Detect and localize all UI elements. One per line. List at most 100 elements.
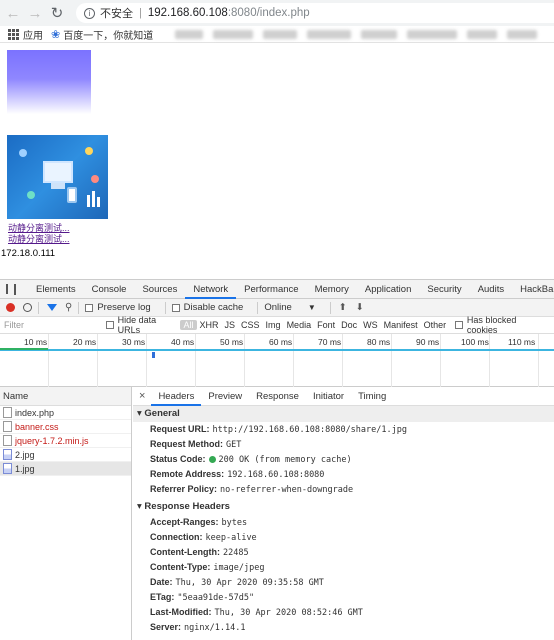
request-row[interactable]: index.php [0,406,131,420]
timeline-tick: 40 ms [171,337,195,347]
filter-type-other[interactable]: Other [421,320,450,330]
filter-type-media[interactable]: Media [284,320,315,330]
tab-audits[interactable]: Audits [470,280,512,299]
record-icon[interactable] [6,303,15,312]
response-headers-section-header[interactable]: ▾ Response Headers [133,499,554,515]
close-icon[interactable]: × [139,390,145,402]
header-key: Remote Address: [150,469,225,479]
timeline-tick: 110 ms [508,337,536,347]
tab-memory[interactable]: Memory [307,280,357,299]
tab-initiator[interactable]: Initiator [306,387,351,406]
blurred-bookmark[interactable] [263,29,298,39]
checkbox-box[interactable] [105,321,114,329]
tab-elements[interactable]: Elements [28,280,84,299]
request-row[interactable]: 2.jpg [0,448,131,462]
blurred-bookmark[interactable] [175,29,204,39]
blurred-bookmark[interactable] [213,29,254,39]
filter-icon[interactable] [47,304,57,311]
inspect-icon[interactable] [6,284,8,294]
device-toolbar-icon[interactable] [14,283,16,295]
bookmark-baidu-label: 百度一下，你就知道 [63,30,154,42]
blurred-bookmark[interactable] [307,29,352,39]
tab-console[interactable]: Console [84,280,135,299]
export-icon[interactable]: ⬇ [356,302,364,313]
request-name: index.php [15,407,55,418]
timeline-gridline [97,334,98,387]
filter-input[interactable]: Filter [0,320,106,330]
details-tabs: × Headers Preview Response Initiator Tim… [133,387,554,406]
bookmark-baidu[interactable]: ❀ 百度一下，你就知道 [51,27,153,42]
checkbox-box[interactable] [455,321,463,329]
apps-grid-icon [8,28,19,40]
address-bar[interactable]: i 不安全 | 192.168.60.108:8080/index.php [76,3,554,23]
header-row: Content-Type: image/jpeg [133,560,554,575]
bar-shape [97,197,100,207]
filter-type-css[interactable]: CSS [238,320,263,330]
document-file-icon [3,421,12,432]
tab-sources[interactable]: Sources [134,280,185,299]
tab-hackbar[interactable]: HackBar [512,280,554,299]
header-key: ETag: [150,592,175,602]
filter-type-manifest[interactable]: Manifest [381,320,421,330]
request-row[interactable]: banner.css [0,420,131,434]
request-name: 2.jpg [15,449,35,460]
timeline-gridline [440,334,441,387]
filter-type-font[interactable]: Font [314,320,338,330]
general-section-header[interactable]: ▾ General [133,406,554,422]
timeline-tick: 100 ms [461,337,489,347]
import-icon[interactable]: ⬆ [339,302,347,313]
header-row: ETag: "5eaa91de-57d5" [133,590,554,605]
tab-timing[interactable]: Timing [351,387,393,406]
hide-data-urls-checkbox[interactable]: Hide data URLs [105,315,179,335]
document-file-icon [3,435,12,446]
reload-icon[interactable]: ↻ [48,4,66,22]
tab-network[interactable]: Network [185,280,237,299]
clear-icon[interactable] [23,303,32,312]
filter-type-xhr[interactable]: XHR [197,320,222,330]
node-dot [91,175,99,183]
test-link[interactable]: 动静分离测试... [8,223,70,234]
filter-type-ws[interactable]: WS [360,320,381,330]
column-header-name[interactable]: Name [0,387,131,406]
checkbox-box[interactable] [171,303,180,312]
info-icon[interactable]: i [84,7,95,19]
timeline-tick: 80 ms [367,337,391,347]
tab-application[interactable]: Application [357,280,419,299]
bookmark-apps[interactable]: 应用 [8,27,43,42]
tab-performance[interactable]: Performance [236,280,306,299]
request-list: Name index.php banner.css jquery-1.7.2.m… [0,387,132,640]
request-row-selected[interactable]: 1.jpg [0,462,131,476]
header-value: Thu, 30 Apr 2020 09:35:58 GMT [175,578,324,588]
filter-type-doc[interactable]: Doc [338,320,360,330]
blurred-bookmark[interactable] [361,29,398,39]
header-value: GET [226,440,242,450]
throttle-select[interactable]: Online ▼ [264,302,315,313]
bar-shape [87,195,90,207]
filter-type-all[interactable]: All [180,320,197,330]
search-icon[interactable]: ⚲ [65,302,72,313]
header-key: Content-Type: [150,562,211,572]
filter-type-img[interactable]: Img [263,320,284,330]
blocked-cookies-checkbox[interactable]: Has blocked cookies [455,315,546,335]
browser-toolbar: ← → ↻ i 不安全 | 192.168.60.108:8080/index.… [0,0,554,26]
blurred-bookmark[interactable] [407,29,458,39]
banner-image [7,50,91,114]
timeline-tick: 20 ms [73,337,97,347]
tab-headers[interactable]: Headers [151,387,202,406]
tab-security[interactable]: Security [419,280,469,299]
forward-icon[interactable]: → [26,4,44,22]
back-icon[interactable]: ← [4,4,22,22]
disable-cache-checkbox[interactable]: Disable cache [171,302,243,313]
header-key: Request URL: [150,424,210,434]
tab-response[interactable]: Response [249,387,306,406]
blocked-cookies-label: Has blocked cookies [466,315,517,335]
preserve-log-checkbox[interactable]: Preserve log [85,302,151,313]
blurred-bookmark[interactable] [507,29,538,39]
request-row[interactable]: jquery-1.7.2.min.js [0,434,131,448]
test-link[interactable]: 动静分离测试... [8,234,70,245]
filter-type-js[interactable]: JS [222,320,239,330]
tab-preview[interactable]: Preview [201,387,249,406]
network-overview-timeline[interactable]: 10 ms 20 ms 30 ms 40 ms 50 ms 60 ms 70 m… [0,334,554,387]
checkbox-box[interactable] [85,303,94,312]
blurred-bookmark[interactable] [467,29,498,39]
